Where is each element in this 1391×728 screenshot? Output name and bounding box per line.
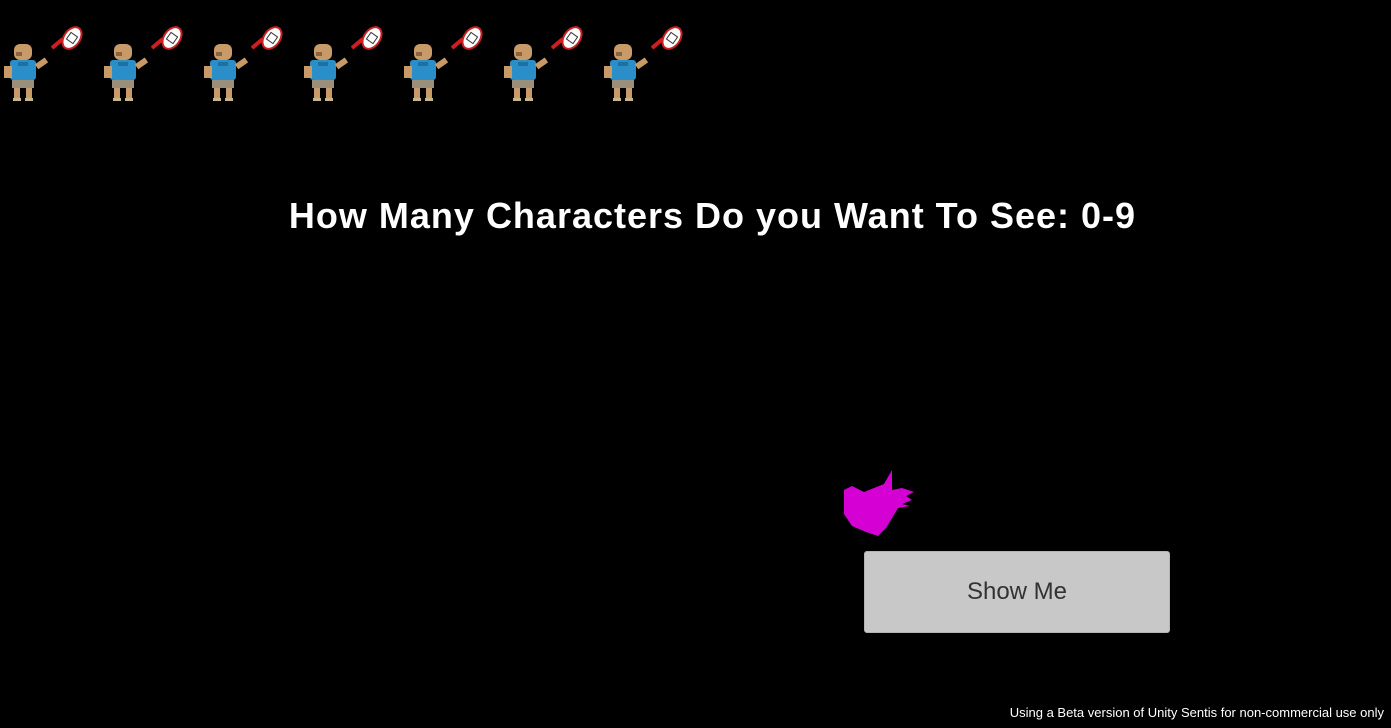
prompt-text: How Many Characters Do you Want To See: … xyxy=(288,195,1137,236)
tennis-player-icon xyxy=(304,26,383,101)
character-sprite xyxy=(500,26,586,102)
character-sprite xyxy=(300,26,386,102)
tennis-player-icon xyxy=(204,26,283,101)
character-row xyxy=(0,26,700,102)
show-me-button[interactable]: Show Me xyxy=(864,551,1170,633)
drawing-canvas-stroke[interactable] xyxy=(838,466,918,542)
character-sprite xyxy=(200,26,286,102)
beta-notice: Using a Beta version of Unity Sentis for… xyxy=(1009,705,1384,720)
character-sprite xyxy=(400,26,486,102)
tennis-player-icon xyxy=(104,26,183,101)
tennis-player-icon xyxy=(504,26,583,101)
character-sprite xyxy=(0,26,86,102)
magenta-stroke-icon xyxy=(844,470,914,536)
tennis-player-icon xyxy=(4,26,83,101)
tennis-player-icon xyxy=(404,26,483,101)
game-stage: How Many Characters Do you Want To See: … xyxy=(0,0,1391,728)
character-sprite xyxy=(600,26,686,102)
tennis-player-icon xyxy=(604,26,683,101)
character-sprite xyxy=(100,26,186,102)
